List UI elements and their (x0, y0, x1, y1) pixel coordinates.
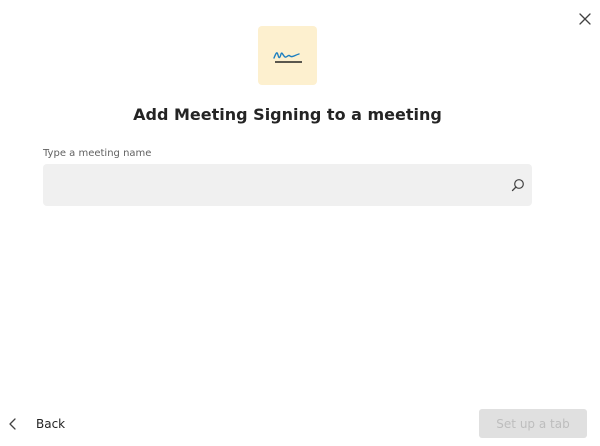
signature-icon (272, 51, 302, 63)
back-button[interactable]: Back (6, 412, 65, 436)
meeting-name-label: Type a meeting name (43, 148, 152, 159)
app-logo (258, 26, 317, 85)
dialog-title: Add Meeting Signing to a meeting (133, 105, 442, 124)
close-icon (579, 13, 591, 25)
meeting-name-input[interactable] (43, 164, 498, 206)
close-button[interactable] (576, 10, 594, 28)
search-icon[interactable] (511, 178, 525, 192)
back-label: Back (36, 417, 66, 431)
meeting-search-box (43, 164, 532, 206)
set-up-tab-button[interactable]: Set up a tab (479, 409, 587, 438)
set-up-tab-label: Set up a tab (496, 416, 570, 431)
chevron-left-icon (9, 418, 16, 430)
